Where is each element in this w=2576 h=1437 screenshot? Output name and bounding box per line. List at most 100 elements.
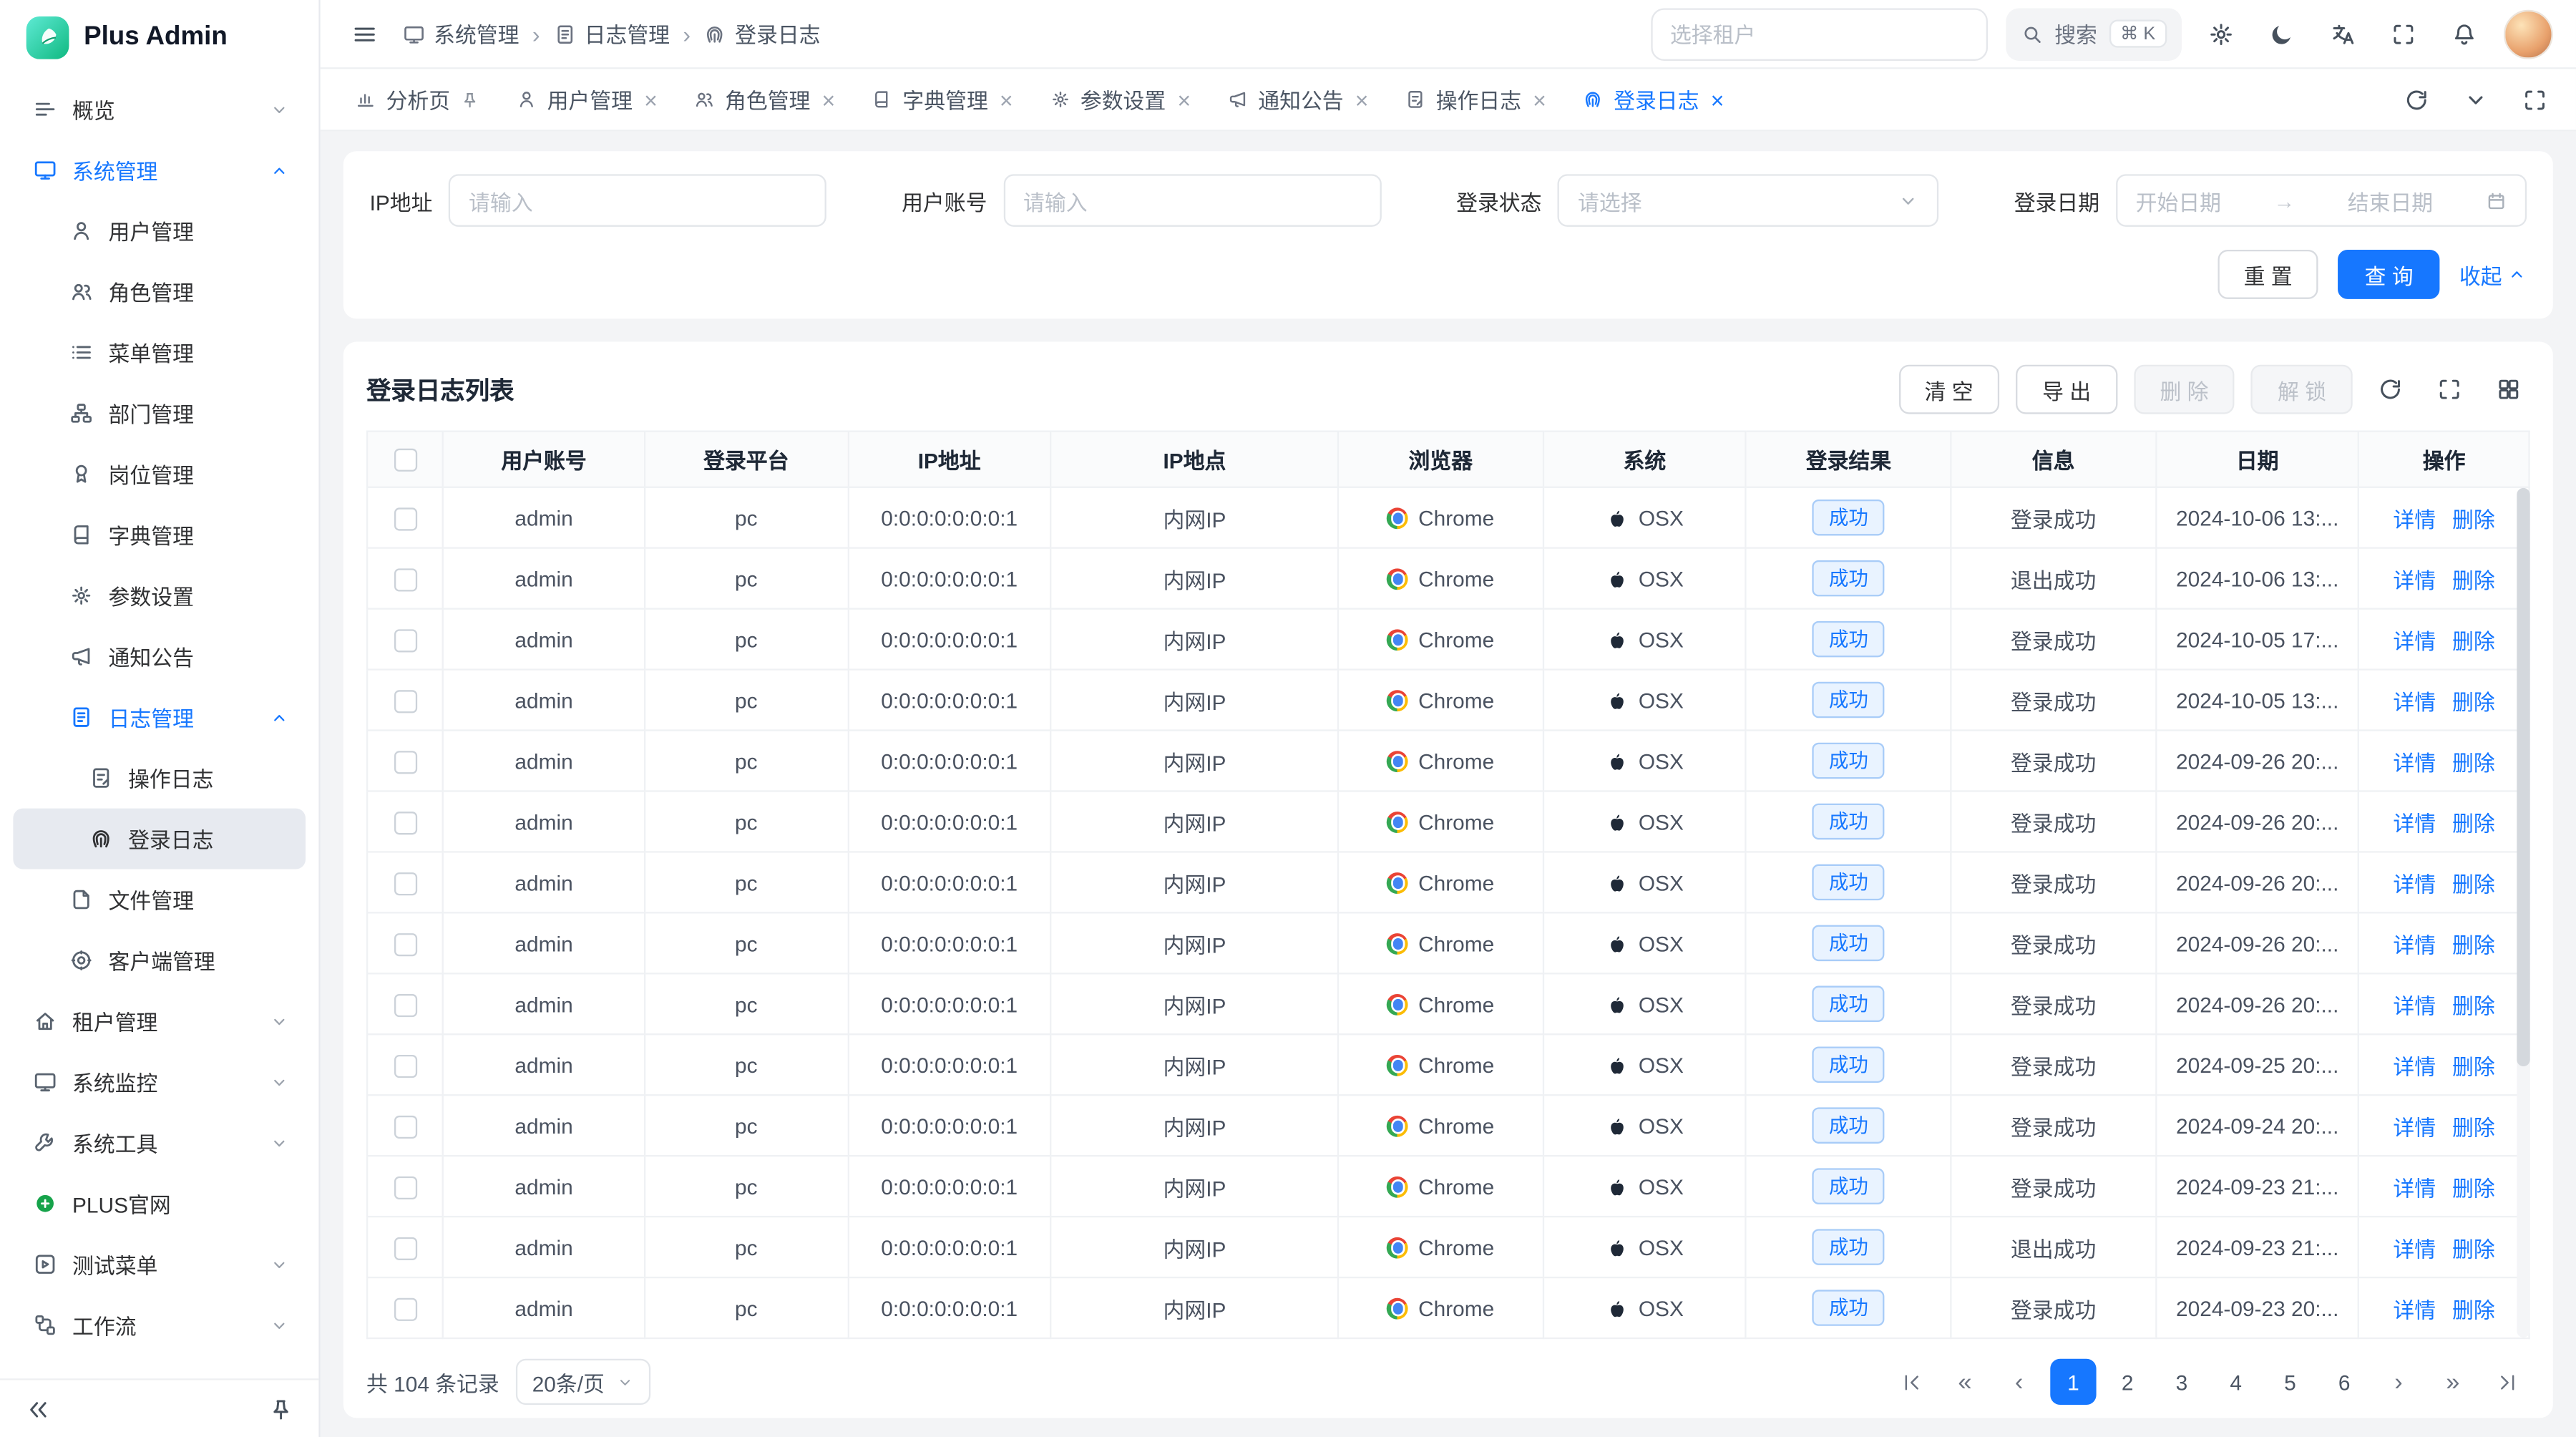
tab-close-icon[interactable]: × bbox=[821, 88, 835, 111]
detail-link[interactable]: 详情 bbox=[2393, 927, 2436, 959]
sidebar-item[interactable]: 岗位管理 bbox=[13, 444, 306, 505]
table-fullscreen-button[interactable] bbox=[2428, 368, 2471, 411]
page-button[interactable]: 1 bbox=[2050, 1359, 2096, 1405]
delete-button[interactable]: 删 除 bbox=[2134, 365, 2235, 414]
translate-button[interactable] bbox=[2321, 12, 2364, 55]
tab[interactable]: 操作日志× bbox=[1387, 68, 1564, 130]
export-button[interactable]: 导 出 bbox=[2016, 365, 2117, 414]
sidebar-item[interactable]: 菜单管理 bbox=[13, 322, 306, 383]
detail-link[interactable]: 详情 bbox=[2393, 806, 2436, 837]
query-button[interactable]: 查 询 bbox=[2338, 250, 2439, 299]
row-checkbox[interactable] bbox=[394, 872, 416, 895]
table-scrollbar[interactable] bbox=[2517, 488, 2529, 1338]
select-all-checkbox[interactable] bbox=[394, 449, 416, 472]
detail-link[interactable]: 详情 bbox=[2393, 745, 2436, 776]
detail-link[interactable]: 详情 bbox=[2393, 1292, 2436, 1324]
delete-link[interactable]: 删除 bbox=[2452, 1171, 2495, 1202]
delete-link[interactable]: 删除 bbox=[2452, 502, 2495, 533]
row-checkbox[interactable] bbox=[394, 507, 416, 530]
sidebar-item[interactable]: 文件管理 bbox=[13, 869, 306, 930]
content-fullscreen-button[interactable] bbox=[2514, 78, 2557, 121]
row-checkbox[interactable] bbox=[394, 629, 416, 652]
refresh-table-button[interactable] bbox=[2369, 368, 2412, 411]
sidebar-item[interactable]: 租户管理 bbox=[13, 990, 306, 1051]
hamburger-button[interactable] bbox=[343, 12, 386, 55]
detail-link[interactable]: 详情 bbox=[2393, 1171, 2436, 1202]
sidebar-item[interactable]: 测试菜单 bbox=[13, 1234, 306, 1295]
sidebar-item[interactable]: 工作流 bbox=[13, 1295, 306, 1355]
page-size-select[interactable]: 20条/页 bbox=[516, 1359, 650, 1405]
sidebar-item[interactable]: 日志管理 bbox=[13, 687, 306, 748]
row-checkbox[interactable] bbox=[394, 1237, 416, 1260]
sidebar-item[interactable]: 系统管理 bbox=[13, 140, 306, 200]
page-button[interactable]: 5 bbox=[2267, 1359, 2313, 1405]
tenant-select[interactable]: 选择租户 bbox=[1650, 7, 1987, 59]
delete-link[interactable]: 删除 bbox=[2452, 1232, 2495, 1263]
reset-button[interactable]: 重 置 bbox=[2218, 250, 2318, 299]
sidebar-item[interactable]: 登录日志 bbox=[13, 809, 306, 869]
avatar[interactable] bbox=[2504, 9, 2553, 59]
delete-link[interactable]: 删除 bbox=[2452, 988, 2495, 1020]
row-checkbox[interactable] bbox=[394, 1054, 416, 1077]
row-checkbox[interactable] bbox=[394, 1176, 416, 1199]
sidebar-item[interactable]: 系统工具 bbox=[13, 1112, 306, 1173]
tab[interactable]: 通知公告× bbox=[1209, 68, 1386, 130]
tab[interactable]: 角色管理× bbox=[675, 68, 853, 130]
detail-link[interactable]: 详情 bbox=[2393, 1110, 2436, 1141]
delete-link[interactable]: 删除 bbox=[2452, 1110, 2495, 1141]
prev-page-button[interactable]: ‹ bbox=[1996, 1359, 2042, 1405]
delete-link[interactable]: 删除 bbox=[2452, 684, 2495, 716]
unlock-button[interactable]: 解 锁 bbox=[2251, 365, 2352, 414]
sidebar-item[interactable]: 系统监控 bbox=[13, 1051, 306, 1112]
delete-link[interactable]: 删除 bbox=[2452, 745, 2495, 776]
breadcrumb-item[interactable]: 日志管理 bbox=[553, 18, 670, 49]
delete-link[interactable]: 删除 bbox=[2452, 623, 2495, 655]
breadcrumb-item[interactable]: 登录日志 bbox=[704, 18, 821, 49]
settings-button[interactable] bbox=[2200, 12, 2243, 55]
sidebar-item[interactable]: 角色管理 bbox=[13, 261, 306, 322]
delete-link[interactable]: 删除 bbox=[2452, 806, 2495, 837]
page-button[interactable]: 6 bbox=[2321, 1359, 2367, 1405]
account-input[interactable]: 请输入 bbox=[1003, 174, 1381, 226]
row-checkbox[interactable] bbox=[394, 568, 416, 591]
back-5-pages-button[interactable]: « bbox=[1942, 1359, 1988, 1405]
notifications-button[interactable] bbox=[2443, 12, 2486, 55]
tab-close-icon[interactable]: × bbox=[1000, 88, 1013, 111]
tab-close-icon[interactable]: × bbox=[1177, 88, 1191, 111]
tab[interactable]: 分析页 bbox=[337, 68, 498, 130]
detail-link[interactable]: 详情 bbox=[2393, 502, 2436, 533]
tab[interactable]: 用户管理× bbox=[498, 68, 675, 130]
tab[interactable]: 字典管理× bbox=[854, 68, 1031, 130]
delete-link[interactable]: 删除 bbox=[2452, 562, 2495, 594]
row-checkbox[interactable] bbox=[394, 812, 416, 834]
detail-link[interactable]: 详情 bbox=[2393, 623, 2436, 655]
fullscreen-button[interactable] bbox=[2382, 12, 2425, 55]
sidebar-item[interactable]: 操作日志 bbox=[13, 748, 306, 809]
delete-link[interactable]: 删除 bbox=[2452, 1292, 2495, 1324]
global-search[interactable]: 搜索 ⌘ K bbox=[2005, 7, 2182, 59]
collapse-sidebar-button[interactable] bbox=[16, 1388, 59, 1431]
row-checkbox[interactable] bbox=[394, 933, 416, 956]
sidebar-item[interactable]: 概览 bbox=[13, 79, 306, 140]
sidebar-item[interactable]: 通知公告 bbox=[13, 626, 306, 687]
app-logo[interactable]: Plus Admin bbox=[0, 0, 318, 76]
first-page-button[interactable] bbox=[1888, 1359, 1933, 1405]
dark-mode-button[interactable] bbox=[2260, 12, 2303, 55]
detail-link[interactable]: 详情 bbox=[2393, 867, 2436, 898]
row-checkbox[interactable] bbox=[394, 1115, 416, 1138]
sidebar-item[interactable]: PLUS官网 bbox=[13, 1173, 306, 1234]
last-page-button[interactable] bbox=[2484, 1359, 2529, 1405]
detail-link[interactable]: 详情 bbox=[2393, 1232, 2436, 1263]
delete-link[interactable]: 删除 bbox=[2452, 1049, 2495, 1081]
sidebar-item[interactable]: 部门管理 bbox=[13, 383, 306, 444]
detail-link[interactable]: 详情 bbox=[2393, 1049, 2436, 1081]
pin-sidebar-button[interactable] bbox=[260, 1388, 303, 1431]
tab-close-icon[interactable]: × bbox=[644, 88, 658, 111]
row-checkbox[interactable] bbox=[394, 751, 416, 774]
tab-close-icon[interactable]: × bbox=[1533, 88, 1546, 111]
breadcrumb-item[interactable]: 系统管理 bbox=[402, 18, 519, 49]
sidebar-item[interactable]: 用户管理 bbox=[13, 200, 306, 261]
sidebar-item[interactable]: 参数设置 bbox=[13, 565, 306, 626]
clear-button[interactable]: 清 空 bbox=[1898, 365, 1999, 414]
row-checkbox[interactable] bbox=[394, 994, 416, 1017]
